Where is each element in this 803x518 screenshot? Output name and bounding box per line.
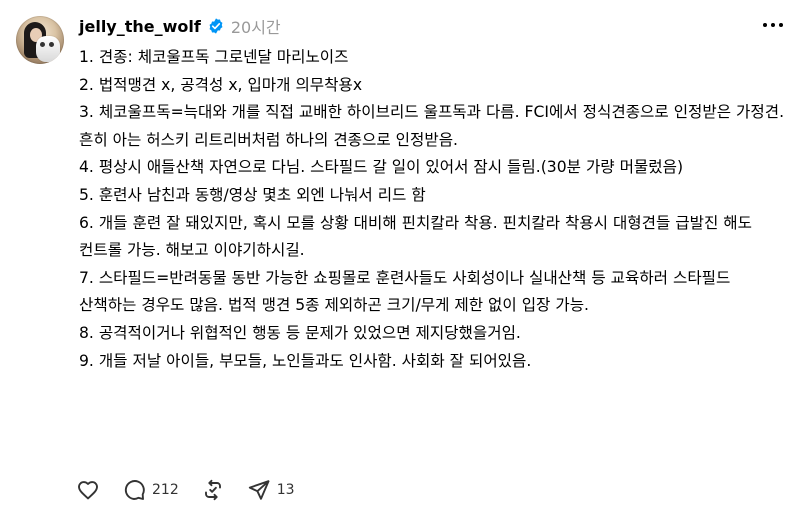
post-line: 6. 개들 훈련 잘 돼있지만, 혹시 모를 상황 대비해 핀치칼라 착용. 핀… bbox=[79, 213, 752, 260]
repost-button[interactable] bbox=[201, 478, 225, 502]
more-icon-dot bbox=[763, 23, 767, 27]
post-line: 9. 개들 저날 아이들, 부모들, 노인들과도 인사함. 사회화 잘 되어있음… bbox=[79, 351, 532, 370]
avatar[interactable] bbox=[16, 16, 64, 64]
comment-count: 212 bbox=[152, 482, 179, 498]
heart-icon bbox=[78, 481, 98, 500]
comment-bubble-icon bbox=[124, 480, 145, 500]
post-line: 8. 공격적이거나 위협적인 행동 등 문제가 있었으면 제지당했을거임. bbox=[79, 323, 521, 342]
post-line: 1. 견종: 체코울프독 그로넨달 마리노이즈 bbox=[79, 48, 349, 66]
post-line: 4. 평상시 애들산책 자연으로 다님. 스타필드 갈 일이 있어서 잠시 들림… bbox=[79, 158, 684, 177]
more-options-button[interactable] bbox=[760, 15, 786, 35]
share-button[interactable]: 13 bbox=[247, 478, 295, 502]
verified-badge-icon bbox=[209, 18, 223, 34]
comment-button[interactable]: 212 bbox=[122, 478, 179, 502]
post-body: 1. 견종: 체코울프독 그로넨달 마리노이즈 2. 법적맹견 x, 공격성 x… bbox=[79, 44, 787, 375]
action-bar: 212 13 bbox=[76, 478, 317, 502]
more-icon-dot bbox=[771, 23, 775, 27]
post-line: 5. 훈련사 남친과 동행/영상 몇초 외엔 나눠서 리드 함 bbox=[79, 185, 426, 204]
repost-icon bbox=[204, 479, 221, 501]
post-line: 7. 스타필드=반려동물 동반 가능한 쇼핑몰로 훈련사들도 사회성이나 실내산… bbox=[79, 268, 731, 315]
post-time[interactable]: 20시간 bbox=[231, 14, 281, 38]
send-icon bbox=[248, 480, 270, 500]
username[interactable]: jelly_the_wolf bbox=[79, 17, 201, 36]
post-header: jelly_the_wolf 20시간 bbox=[79, 13, 281, 39]
more-icon-dot bbox=[779, 23, 783, 27]
like-button[interactable] bbox=[76, 478, 100, 502]
share-count: 13 bbox=[276, 482, 295, 498]
post-line: 2. 법적맹견 x, 공격성 x, 입마개 의무착용x bbox=[79, 75, 363, 94]
post-line: 3. 체코울프독=늑대와 개를 직접 교배한 하이브리드 울프독과 다름. FC… bbox=[79, 103, 785, 149]
